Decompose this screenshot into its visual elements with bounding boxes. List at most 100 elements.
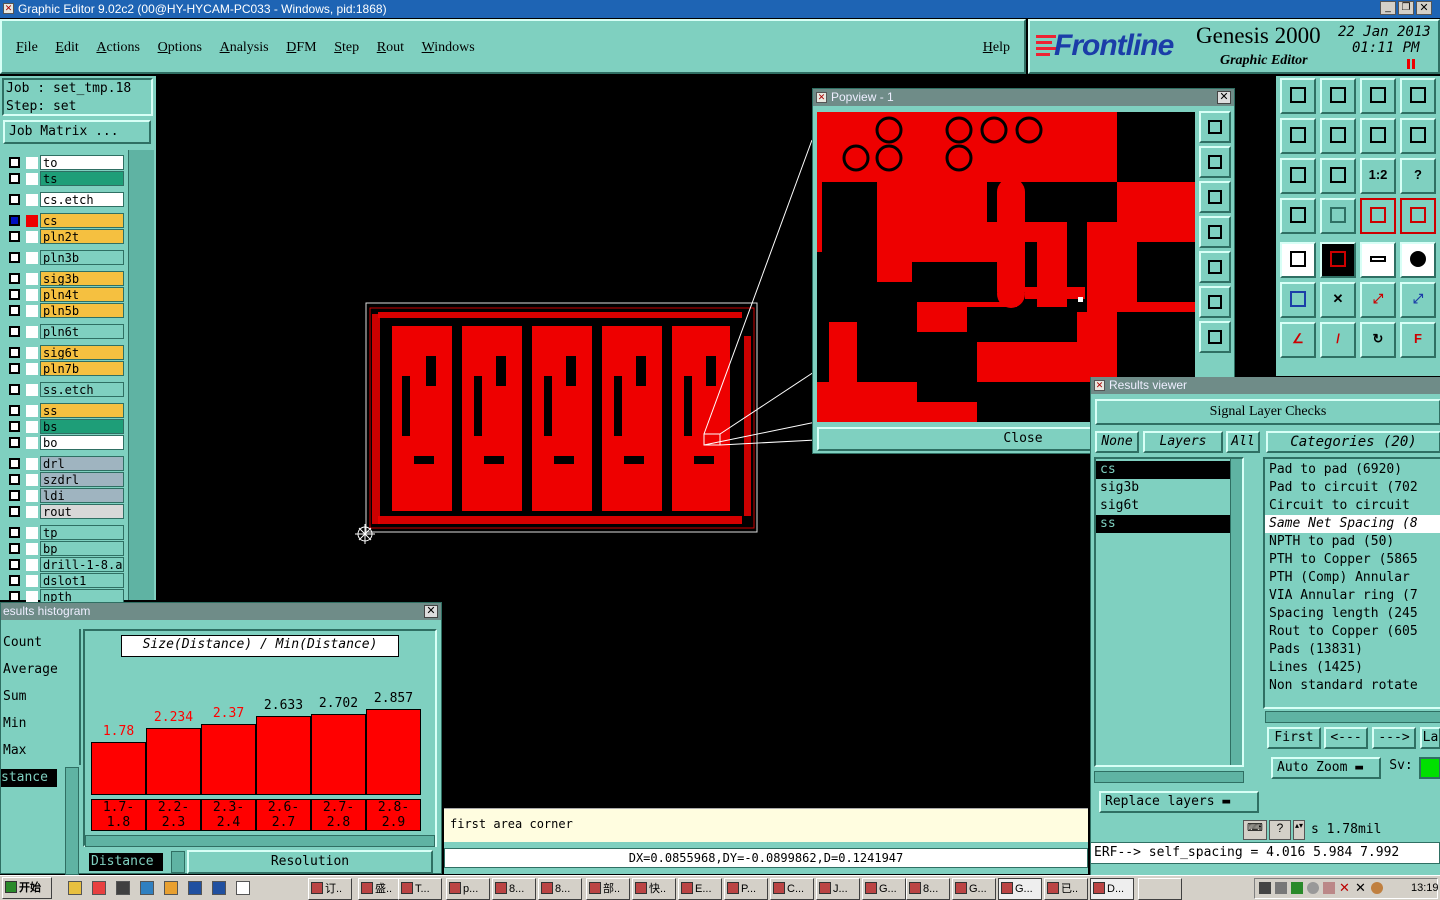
menu-rout[interactable]: Rout <box>377 40 404 56</box>
layer-name[interactable]: pln3b <box>40 250 124 265</box>
layer-name[interactable]: szdrl <box>40 472 124 487</box>
layer-row-sig6t[interactable]: sig6t <box>6 345 124 360</box>
task-button[interactable]: J... <box>816 878 860 900</box>
task-button[interactable]: G... <box>998 878 1042 900</box>
layer-row-cs-etch[interactable]: cs.etch <box>6 192 124 207</box>
stat-min[interactable]: Min <box>1 710 79 737</box>
layer-row-cs[interactable]: cs <box>6 213 124 228</box>
layer-row-ss[interactable]: ss <box>6 403 124 418</box>
tool-settings-icon[interactable] <box>1280 198 1316 234</box>
layer-checkbox[interactable] <box>9 252 20 263</box>
popview-tool-5-icon[interactable] <box>1199 251 1231 283</box>
layers-button[interactable]: Layers <box>1143 431 1223 453</box>
category-item[interactable]: Pad to pad (6920) <box>1265 461 1440 479</box>
task-button[interactable]: 8... <box>906 878 950 900</box>
histogram-bar[interactable] <box>366 709 421 795</box>
popview-close-icon[interactable]: ✕ <box>1217 91 1231 104</box>
layer-checkbox[interactable] <box>9 474 20 485</box>
stat-selected[interactable]: stance <box>1 769 57 787</box>
none-button[interactable]: None <box>1095 431 1139 453</box>
category-item[interactable]: Non standard rotate <box>1265 677 1440 695</box>
layer-work-indicator[interactable] <box>26 252 38 264</box>
tray-7-icon[interactable]: ✕ <box>1355 880 1366 896</box>
chart-hscroll[interactable] <box>85 835 435 847</box>
tool-cross-icon[interactable]: ✕ <box>1320 282 1356 318</box>
stat-max[interactable]: Max <box>1 737 79 764</box>
task-button[interactable]: G... <box>952 878 996 900</box>
category-item[interactable]: PTH to Copper (5865 <box>1265 551 1440 569</box>
tray-5-icon[interactable] <box>1323 882 1335 894</box>
layer-checkbox[interactable] <box>9 458 20 469</box>
task-button[interactable]: p... <box>446 878 490 900</box>
category-item[interactable]: Pads (13831) <box>1265 641 1440 659</box>
task-button[interactable]: 8... <box>492 878 536 900</box>
tool-left-icon[interactable] <box>1280 118 1316 154</box>
task-button[interactable]: 快.. <box>632 878 676 900</box>
layer-checkbox[interactable] <box>9 326 20 337</box>
tray-2-icon[interactable] <box>1275 882 1287 894</box>
layer-work-indicator[interactable] <box>26 363 38 375</box>
layer-checkbox[interactable] <box>9 437 20 448</box>
tool-window-icon[interactable] <box>1400 78 1436 114</box>
layer-checkbox[interactable] <box>9 231 20 242</box>
stat-sum[interactable]: Sum <box>1 683 79 710</box>
restore-icon[interactable]: ❐ <box>1398 1 1414 15</box>
layer-row-drill-1-8-a[interactable]: drill-1-8.a <box>6 557 124 572</box>
layer-row-pln3b[interactable]: pln3b <box>6 250 124 265</box>
results-layer-item[interactable]: sig6t <box>1096 497 1240 515</box>
layer-name[interactable]: rout <box>40 504 124 519</box>
menu-help[interactable]: Help <box>983 40 1010 56</box>
layer-row-pln4t[interactable]: pln4t <box>6 287 124 302</box>
layer-checkbox[interactable] <box>9 559 20 570</box>
layer-name[interactable]: tp <box>40 525 124 540</box>
distance-scrollbar[interactable] <box>171 851 185 873</box>
histogram-bar[interactable] <box>91 741 146 795</box>
layer-row-bs[interactable]: bs <box>6 419 124 434</box>
layer-row-ss-etch[interactable]: ss.etch <box>6 382 124 397</box>
layer-work-indicator[interactable] <box>26 405 38 417</box>
popview-canvas[interactable] <box>817 112 1195 422</box>
tool-house-icon[interactable] <box>1360 78 1396 114</box>
layer-work-indicator[interactable] <box>26 157 38 169</box>
layer-work-indicator[interactable] <box>26 305 38 317</box>
layer-work-indicator[interactable] <box>26 173 38 185</box>
tool-right-icon[interactable] <box>1320 118 1356 154</box>
layer-name[interactable]: dslot1 <box>40 573 124 588</box>
close-icon[interactable]: ✕ <box>1416 1 1432 15</box>
menu-file[interactable]: File <box>16 40 38 56</box>
layer-work-indicator[interactable] <box>26 215 38 227</box>
task-button[interactable]: C... <box>770 878 814 900</box>
layer-work-indicator[interactable] <box>26 231 38 243</box>
layer-name[interactable]: pln6t <box>40 324 124 339</box>
distance-button[interactable]: Distance <box>89 853 163 871</box>
popview-tool-2-icon[interactable] <box>1199 146 1231 178</box>
tool-zoom-home-icon[interactable] <box>1320 158 1356 194</box>
layer-name[interactable]: ss.etch <box>40 382 124 397</box>
layer-name[interactable]: pln5b <box>40 303 124 318</box>
next-button[interactable]: ---> <box>1372 727 1416 749</box>
tool-scale-icon[interactable]: 1:2 <box>1360 158 1396 194</box>
stat-count[interactable]: Count <box>1 629 79 656</box>
layer-name[interactable]: pln2t <box>40 229 124 244</box>
histogram-bar[interactable] <box>146 727 201 795</box>
tool-arc-icon[interactable]: ↻ <box>1360 322 1396 358</box>
menu-options[interactable]: Options <box>158 40 202 56</box>
tool-grid-icon[interactable] <box>1320 198 1356 234</box>
layer-row-ldi[interactable]: ldi <box>6 488 124 503</box>
popview-tool-6-icon[interactable] <box>1199 286 1231 318</box>
previous-button[interactable]: <--- <box>1324 727 1368 749</box>
histogram-bar[interactable] <box>201 723 256 795</box>
layer-row-drl[interactable]: drl <box>6 456 124 471</box>
histogram-bar[interactable] <box>256 716 311 795</box>
layer-checkbox[interactable] <box>9 405 20 416</box>
layer-name[interactable]: bo <box>40 435 124 450</box>
layer-checkbox[interactable] <box>9 575 20 586</box>
layer-checkbox[interactable] <box>9 173 20 184</box>
layer-checkbox[interactable] <box>9 543 20 554</box>
tool-pad-icon[interactable] <box>1400 242 1436 278</box>
task-button[interactable]: 部.. <box>586 878 630 900</box>
layer-checkbox[interactable] <box>9 215 20 226</box>
layer-checkbox[interactable] <box>9 527 20 538</box>
tool-text-icon[interactable]: F <box>1400 322 1436 358</box>
category-item[interactable]: PTH (Comp) Annular <box>1265 569 1440 587</box>
